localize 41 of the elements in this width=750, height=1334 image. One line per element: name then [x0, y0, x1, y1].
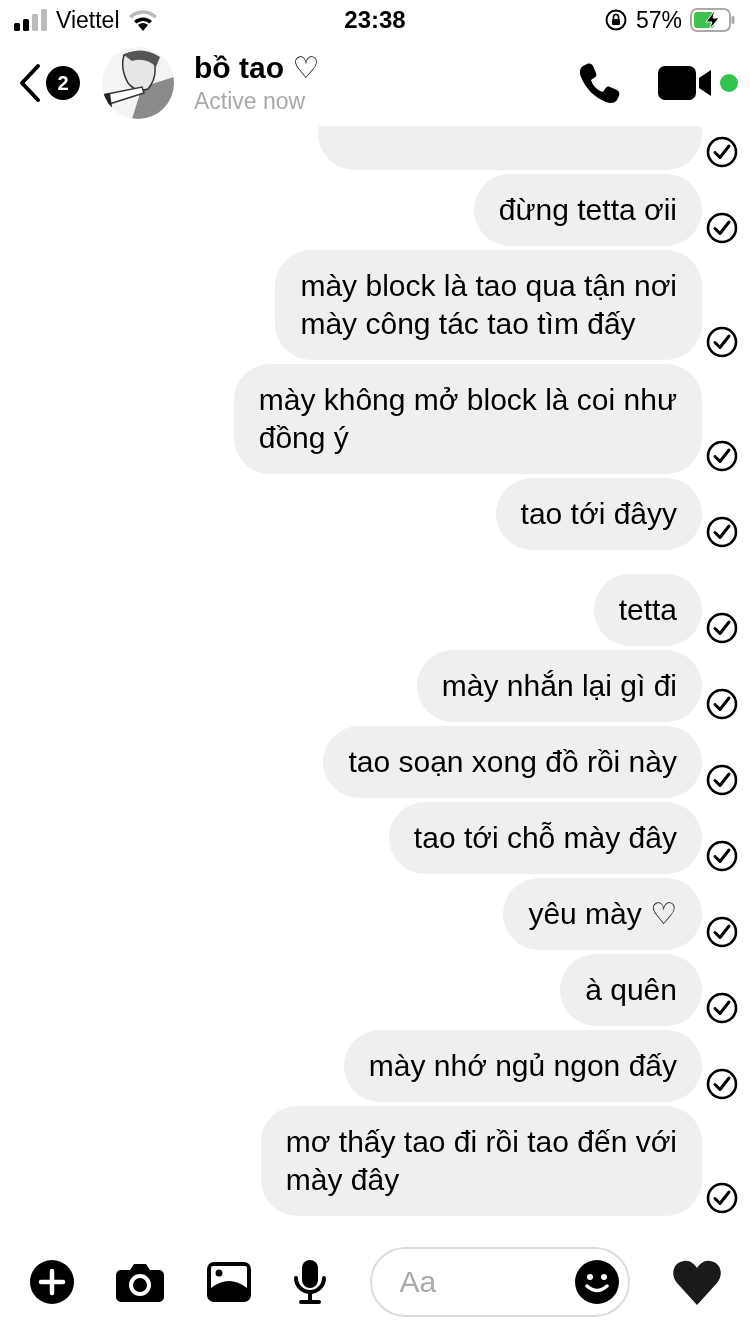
message-bubble: tao tới đâyy — [495, 478, 702, 550]
message-bubble: đừng tetta ơii — [473, 174, 702, 246]
clock-time: 23:38 — [344, 6, 406, 34]
message-bubble: tao soạn xong đồ rồi này — [323, 726, 702, 798]
active-status: Active now — [194, 87, 307, 116]
like-button[interactable] — [671, 1259, 722, 1305]
message-field[interactable]: Aa — [369, 1247, 630, 1317]
heart-icon — [671, 1259, 722, 1305]
add-button[interactable] — [30, 1260, 74, 1304]
message-bubble: mày nhớ ngủ ngon đấy — [343, 1030, 702, 1102]
message-bubble: mày nhắn lại gì đi — [416, 650, 702, 722]
camera-icon — [116, 1262, 165, 1302]
video-call-button[interactable] — [658, 66, 738, 100]
back-chevron-icon — [18, 63, 42, 103]
carrier-name: Viettel — [56, 6, 120, 34]
voice-button[interactable] — [293, 1260, 328, 1304]
emoji-icon[interactable] — [574, 1260, 619, 1304]
back-button[interactable]: 2 — [18, 63, 80, 103]
call-button[interactable] — [578, 62, 620, 104]
rotation-lock-icon — [603, 8, 628, 32]
wifi-icon — [127, 9, 158, 31]
battery-charging-icon — [690, 8, 736, 32]
message-bubble: tao tới chỗ mày đây — [388, 802, 702, 874]
message-bubble: tetta — [593, 574, 702, 646]
message-bubble: mày không mở block là coi như đồng ý — [233, 364, 702, 474]
phone-icon — [578, 62, 620, 104]
video-camera-icon — [658, 66, 712, 100]
microphone-icon — [293, 1260, 328, 1304]
message-bubble: mơ thấy tao đi rồi tao đến với mày đây — [260, 1106, 702, 1216]
seen-check-icon — [706, 136, 738, 168]
image-icon — [206, 1262, 251, 1302]
plus-icon — [30, 1260, 74, 1304]
camera-button[interactable] — [116, 1262, 165, 1302]
message-bubble: mày block là tao qua tận nơi mày công tác tao tìm đấy — [275, 250, 702, 360]
signal-icon — [14, 9, 48, 31]
message-bubble: yêu mày ♡ — [503, 878, 702, 950]
contact-name[interactable]: bồ tao ♡ — [194, 50, 540, 86]
gallery-button[interactable] — [206, 1262, 251, 1302]
message-bubble: à quên — [560, 954, 702, 1026]
battery-percent: 57% — [635, 6, 682, 34]
unread-count-badge: 2 — [46, 66, 80, 100]
